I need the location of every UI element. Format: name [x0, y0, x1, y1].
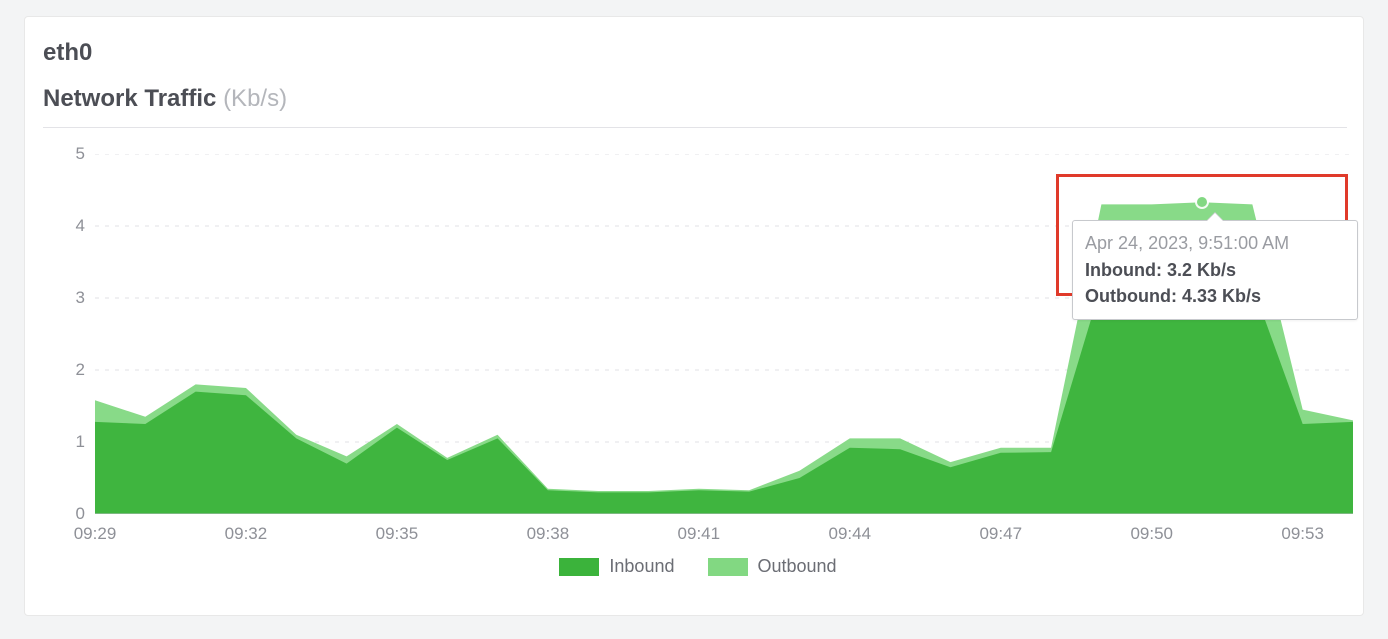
chart-card: eth0 Network Traffic (Kb/s) 0 1 2 3 4 5 09:29…	[24, 16, 1364, 616]
y-tick-label: 1	[76, 432, 85, 452]
x-tick-label: 09:41	[678, 524, 721, 544]
x-tick-label: 09:29	[74, 524, 117, 544]
section-divider	[43, 127, 1347, 128]
y-tick-label: 4	[76, 216, 85, 236]
tooltip-outbound-value: 4.33 Kb/s	[1182, 286, 1261, 306]
legend: Inbound Outbound	[43, 556, 1353, 581]
chart-title: Network Traffic (Kb/s)	[43, 85, 1347, 113]
x-tick-label: 09:32	[225, 524, 268, 544]
legend-label-inbound: Inbound	[609, 556, 674, 577]
y-axis: 012345	[43, 154, 95, 514]
chart-tooltip: Apr 24, 2023, 9:51:00 AM Inbound: 3.2 Kb…	[1072, 220, 1358, 320]
card-inner: eth0 Network Traffic (Kb/s) 0 1 2 3 4 5 09:29…	[25, 17, 1363, 586]
x-tick-label: 09:44	[829, 524, 872, 544]
hover-marker-dot	[1197, 197, 1207, 207]
tooltip-row-inbound: Inbound: 3.2 Kb/s	[1085, 258, 1345, 283]
tooltip-timestamp: Apr 24, 2023, 9:51:00 AM	[1085, 231, 1345, 256]
chart-area[interactable]: 012345 09:2909:3209:3509:3809:4109:4409:…	[43, 154, 1353, 574]
x-tick-label: 09:38	[527, 524, 570, 544]
legend-swatch-inbound	[559, 558, 599, 576]
legend-item-outbound[interactable]: Outbound	[708, 556, 837, 577]
chart-title-text: Network Traffic	[43, 85, 216, 112]
tooltip-inbound-value: 3.2 Kb/s	[1167, 260, 1236, 280]
x-tick-label: 09:53	[1281, 524, 1324, 544]
interface-title: eth0	[43, 39, 1347, 67]
legend-label-outbound: Outbound	[758, 556, 837, 577]
tooltip-inbound-label: Inbound:	[1085, 260, 1162, 280]
y-tick-label: 5	[76, 144, 85, 164]
x-tick-label: 09:47	[979, 524, 1022, 544]
x-tick-label: 09:50	[1130, 524, 1173, 544]
legend-swatch-outbound	[708, 558, 748, 576]
tooltip-row-outbound: Outbound: 4.33 Kb/s	[1085, 284, 1345, 309]
y-tick-label: 3	[76, 288, 85, 308]
tooltip-arrow-icon	[1206, 212, 1224, 221]
area-chart-svg[interactable]	[95, 154, 1353, 514]
x-tick-label: 09:35	[376, 524, 419, 544]
y-tick-label: 2	[76, 360, 85, 380]
y-tick-label: 0	[76, 504, 85, 524]
tooltip-outbound-label: Outbound:	[1085, 286, 1177, 306]
legend-item-inbound[interactable]: Inbound	[559, 556, 674, 577]
chart-unit-text: (Kb/s)	[223, 85, 287, 112]
x-axis: 09:2909:3209:3509:3809:4109:4409:4709:50…	[95, 524, 1353, 548]
